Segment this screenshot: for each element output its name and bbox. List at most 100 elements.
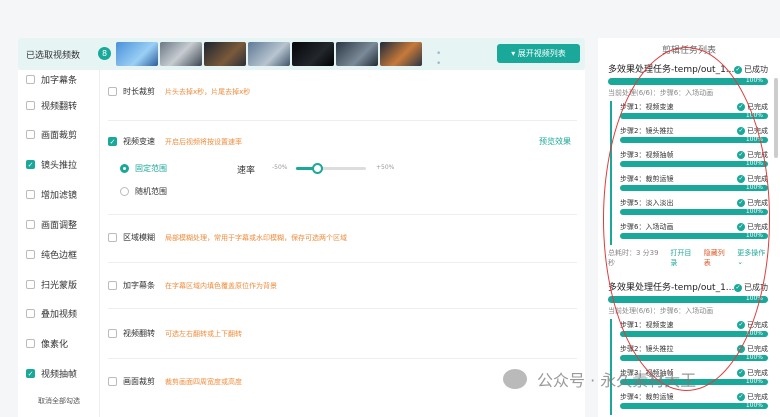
sidebar-item-adjust[interactable]: 画面调整 [26, 217, 77, 231]
blur-checkbox[interactable] [108, 233, 117, 242]
divider [108, 308, 577, 309]
subtitle-hint: 在字幕区域内填色覆盖原位作为背景 [165, 281, 277, 290]
task-list-panel: 剪辑任务列表 多效果处理任务-temp/out_1... ✓ 已成功 100% 当… [598, 38, 780, 417]
sidebar-item-zoom[interactable]: ✓ 镜头推拉 [26, 157, 77, 171]
check-icon: ✓ [737, 151, 745, 159]
selected-videos-bar: 已选取视频数 8 • • • ▾ 展开视频列表 [18, 38, 585, 79]
blur-title: 区域模糊 [123, 233, 155, 242]
sidebar-item-pixelate[interactable]: 像素化 [26, 336, 68, 350]
checkbox[interactable] [26, 74, 35, 84]
checkbox[interactable] [26, 189, 35, 199]
sidebar-item-sweep-mask[interactable]: 扫光蒙版 [26, 277, 77, 291]
speed-slider[interactable] [296, 163, 366, 174]
rate-max: +50% [376, 164, 395, 171]
check-icon: ✓ [737, 127, 745, 135]
check-icon: ✓ [734, 283, 742, 292]
rate-min: -50% [272, 164, 288, 171]
sidebar-item-filter[interactable]: 增加滤镜 [26, 187, 77, 201]
flip-hint: 可选左右翻转或上下翻转 [165, 329, 242, 338]
open-directory-link[interactable]: 打开目录 [670, 248, 695, 268]
crop-checkbox[interactable] [108, 377, 117, 386]
task-step: 步骤1：视频变速 ✓ 已完成 100% [620, 320, 768, 337]
section-flip: 视频翻转 可选左右翻转或上下翻转 [108, 328, 577, 339]
task-card: 多效果处理任务-temp/out_1... ✓ 已成功 100% 当前处理(6/6… [608, 282, 768, 415]
task-current-step: 当前处理(6/6)：步骤6：入场动画 [608, 89, 714, 97]
video-thumbnail[interactable] [380, 42, 422, 66]
more-actions-link[interactable]: 更多操作⌄ [737, 248, 768, 268]
speed-checkbox[interactable]: ✓ [108, 137, 117, 146]
checkbox-checked[interactable]: ✓ [26, 159, 35, 169]
video-thumbnail[interactable] [160, 42, 202, 66]
flip-title: 视频翻转 [123, 329, 155, 338]
sidebar-item-border[interactable]: 纯色边框 [26, 247, 77, 261]
divider [108, 262, 577, 263]
task-progress-bar: 100% [608, 295, 768, 303]
task-current-step: 当前处理(6/6)：步骤6：入场动画 [608, 307, 714, 315]
video-thumbnail[interactable] [248, 42, 290, 66]
effect-settings-panel: 时长裁剪 片头去掉x秒，片尾去掉x秒 ✓ 视频变速 开启后视频将按设置速率 预览效果 … [100, 70, 585, 417]
scrollbar[interactable] [774, 78, 778, 158]
flip-checkbox[interactable] [108, 329, 117, 338]
check-icon: ✓ [737, 369, 745, 377]
task-steps: 步骤1：视频变速 ✓ 已完成 100% 步骤2：镜头推拉 ✓ 已完成 100% 步骤3：视频… [610, 101, 768, 245]
watermark: 公众号 · 永久素材大王 [503, 367, 696, 391]
subtitle-title: 加字幕条 [123, 281, 155, 290]
check-icon: ✓ [737, 199, 745, 207]
video-thumbnail[interactable] [336, 42, 378, 66]
sidebar-item-frame-drop[interactable]: ✓ 视频抽帧 [26, 366, 77, 380]
sidebar-item-overlay[interactable]: 叠加视频 [26, 306, 77, 320]
checkbox[interactable] [26, 129, 35, 139]
uncheck-all-link[interactable]: 取消全部勾选 [38, 396, 80, 406]
checkbox[interactable] [26, 249, 35, 259]
task-status: ✓ 已成功 [734, 283, 768, 292]
checkbox-checked[interactable]: ✓ [26, 368, 35, 378]
radio-selected[interactable] [120, 164, 129, 173]
section-subtitle: 加字幕条 在字幕区域内填色覆盖原位作为背景 [108, 280, 577, 291]
trim-checkbox[interactable] [108, 87, 117, 96]
checkbox[interactable] [26, 338, 35, 348]
hide-list-link[interactable]: 隐藏列表 [704, 248, 729, 268]
task-card: 多效果处理任务-temp/out_1... ✓ 已成功 100% 当前处理(6/6… [608, 64, 768, 268]
checkbox[interactable] [26, 279, 35, 289]
sidebar-item-subtitle-bar[interactable]: 加字幕条 [26, 72, 77, 86]
effect-sidebar: 加字幕条 视频翻转 画面裁剪 ✓ 镜头推拉 增加滤镜 画面调整 纯色边框 扫光蒙版… [18, 70, 100, 417]
selected-videos-label: 已选取视频数 [26, 51, 81, 61]
check-icon: ✓ [737, 345, 745, 353]
subtitle-checkbox[interactable] [108, 281, 117, 290]
section-trim: 时长裁剪 片头去掉x秒，片尾去掉x秒 [108, 86, 577, 97]
video-thumbnail[interactable] [116, 42, 158, 66]
task-list-title: 剪辑任务列表 [661, 46, 716, 56]
task-step: 步骤6：入场动画 ✓ 已完成 100% [620, 222, 768, 239]
expand-video-list-button[interactable]: ▾ 展开视频列表 [497, 44, 580, 63]
checkbox[interactable] [26, 100, 35, 110]
preview-effect-link[interactable]: 预览效果 [539, 136, 571, 147]
chevron-down-icon: ⌄ [737, 258, 744, 266]
task-step: 步骤2：镜头推拉 ✓ 已完成 100% [620, 344, 768, 361]
divider [108, 214, 577, 215]
trim-hint: 片头去掉x秒，片尾去掉x秒 [165, 87, 251, 96]
crop-hint: 裁剪画面四周宽度或高度 [165, 377, 242, 386]
check-icon: ✓ [734, 65, 742, 74]
crop-title: 画面裁剪 [123, 377, 155, 386]
check-icon: ✓ [737, 393, 745, 401]
checkbox[interactable] [26, 308, 35, 318]
sidebar-item-flip[interactable]: 视频翻转 [26, 98, 77, 112]
check-icon: ✓ [737, 103, 745, 111]
check-icon: ✓ [737, 223, 745, 231]
checkbox[interactable] [26, 219, 35, 229]
rate-label: 速率 [237, 166, 256, 176]
divider [108, 120, 577, 121]
sidebar-item-crop[interactable]: 画面裁剪 [26, 127, 77, 141]
speed-slider-knob[interactable] [312, 163, 323, 174]
task-status: ✓ 已成功 [734, 65, 768, 74]
section-blur: 区域模糊 局部模糊处理，常用于字幕或水印模糊，保存可选两个区域 [108, 232, 577, 243]
blur-hint: 局部模糊处理，常用于字幕或水印模糊，保存可选两个区域 [165, 233, 347, 242]
task-step: 步骤4：裁剪运镜 ✓ 已完成 100% [620, 174, 768, 191]
check-icon: ✓ [737, 175, 745, 183]
video-thumbnail[interactable] [292, 42, 334, 66]
speed-random-option[interactable]: 随机范围 [120, 186, 577, 197]
radio[interactable] [120, 187, 129, 196]
trim-title: 时长裁剪 [123, 87, 155, 96]
video-thumbnail[interactable] [204, 42, 246, 66]
task-step: 步骤2：镜头推拉 ✓ 已完成 100% [620, 126, 768, 143]
